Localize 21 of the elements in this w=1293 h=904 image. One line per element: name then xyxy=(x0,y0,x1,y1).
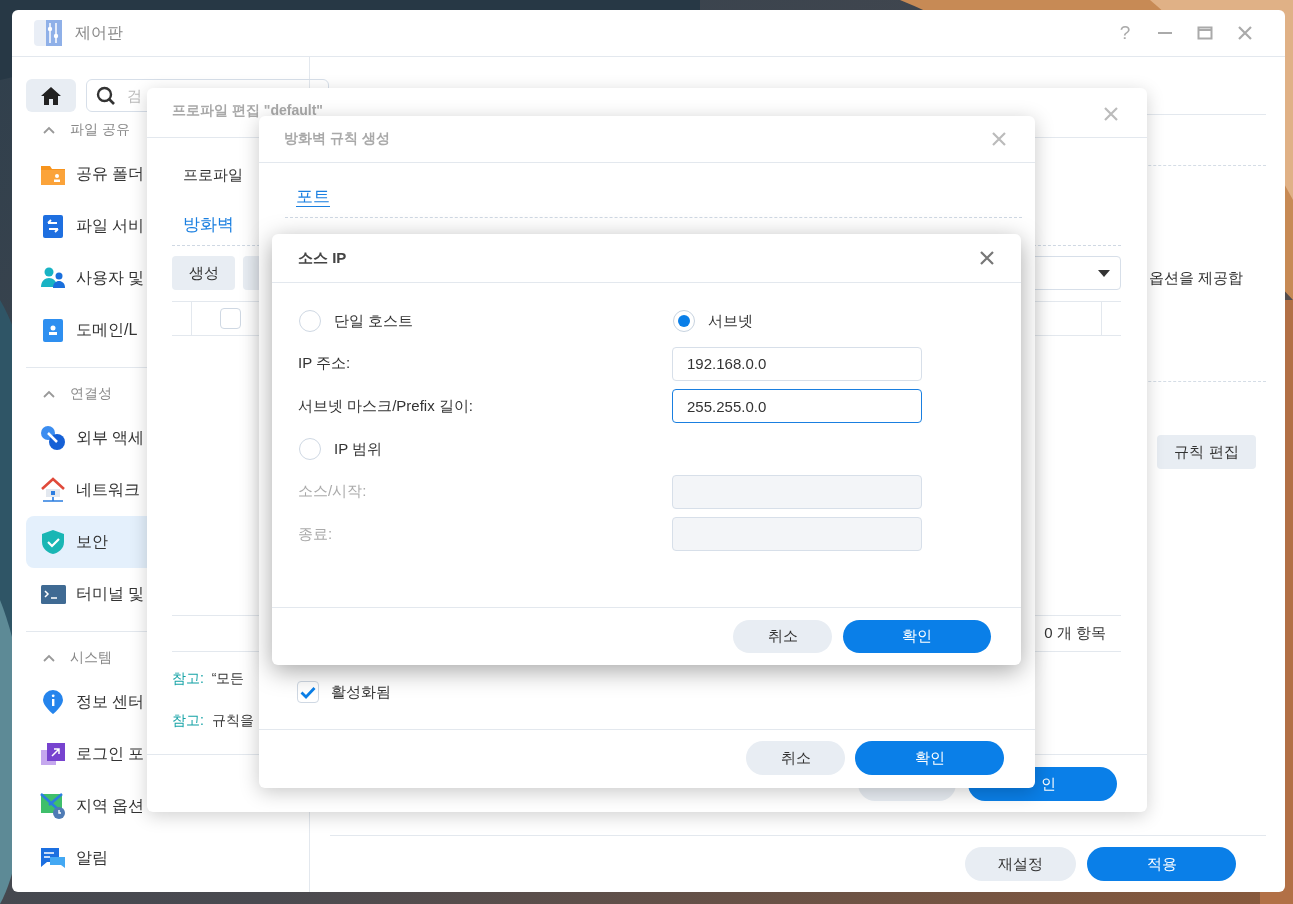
field-label: 종료: xyxy=(298,524,333,542)
option-text: 옵션을 제공합 xyxy=(1149,269,1244,286)
window-title: 제어판 xyxy=(75,22,124,43)
dialog-title: 프로파일 편집 "default" xyxy=(172,102,324,120)
radio-label: 서브넷 xyxy=(708,311,753,331)
dialog-title: 방화벽 규칙 생성 xyxy=(284,130,391,148)
field-label: IP 주소: xyxy=(298,354,351,372)
item-count: 0 개 항목 xyxy=(1044,624,1106,643)
checkbox-label: 활성화됨 xyxy=(331,682,391,702)
radio-label: IP 범위 xyxy=(334,439,383,459)
section-title: 파일 공유 xyxy=(70,121,130,139)
dialog-title: 소스 IP xyxy=(298,248,348,268)
radio-label: 단일 호스트 xyxy=(334,311,414,331)
note-text: 참고: 규칙을 xyxy=(172,711,255,730)
field-label: 서브넷 마스크/Prefix 길이: xyxy=(298,397,473,414)
section-title: 연결성 xyxy=(70,385,112,403)
note-text: 참고: “모든 xyxy=(172,669,246,688)
section-title: 방화벽 xyxy=(183,215,234,234)
field-label: 소스/시작: xyxy=(298,482,367,500)
profile-label: 프로파일 xyxy=(183,166,243,183)
section-title: 시스템 xyxy=(70,649,112,667)
